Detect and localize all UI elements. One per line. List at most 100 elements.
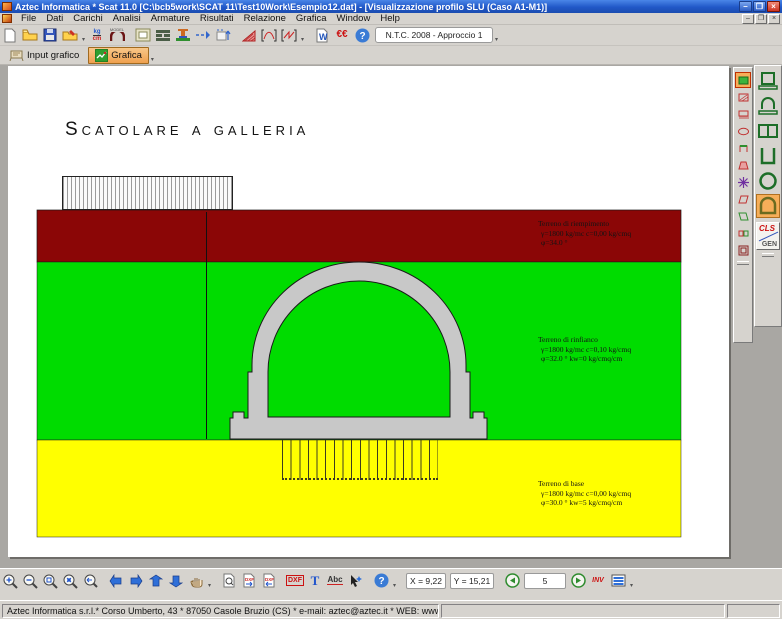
toolbar-grip[interactable]: ▾ (391, 573, 398, 589)
loads-button[interactable] (193, 26, 213, 45)
bottom-toolbar: ▾ DXF DXF DXF T Abc ? ▾ X = 9,22 Y = 1 (0, 568, 782, 600)
layers-button[interactable] (608, 571, 628, 590)
type-box-on-base-button[interactable] (756, 69, 780, 93)
invert-colors-button[interactable]: INV (588, 571, 608, 590)
maximize-button[interactable]: ❐ (753, 1, 766, 12)
font-button[interactable]: Abc (325, 571, 345, 590)
shape-trapezoid-button[interactable] (735, 157, 751, 173)
select-tool-button[interactable] (345, 571, 365, 590)
toolbar-grip[interactable]: ▾ (628, 573, 635, 589)
geometry-button[interactable] (133, 26, 153, 45)
pan-up-button[interactable] (146, 571, 166, 590)
menu-item-armature[interactable]: Armature (146, 13, 195, 24)
double-small-icon (737, 227, 750, 240)
circle-icon (757, 170, 779, 192)
gen-label: GEN (762, 241, 777, 248)
shear-diagram-button[interactable] (279, 26, 299, 45)
moment-diagram-button[interactable] (259, 26, 279, 45)
child-minimize-button[interactable]: – (742, 14, 754, 24)
menu-item-help[interactable]: Help (375, 13, 405, 24)
cls-gen-button[interactable]: CLS GEN (756, 222, 780, 250)
pan-right-button[interactable] (126, 571, 146, 590)
dimensions-button[interactable] (213, 26, 233, 45)
ntc-norm-selector[interactable]: N.T.C. 2008 - Approccio 1 (375, 27, 493, 43)
menu-item-dati[interactable]: Dati (41, 13, 68, 24)
zoom-out-button[interactable] (20, 571, 40, 590)
edit-data-button[interactable] (60, 26, 80, 45)
shape-star-button[interactable] (735, 174, 751, 190)
type-circular-button[interactable] (756, 169, 780, 193)
page-number-box[interactable]: 5 (524, 573, 566, 589)
surcharge-button[interactable] (239, 26, 259, 45)
previous-view-button[interactable] (502, 571, 522, 590)
toolbar-grip[interactable]: ▾ (206, 573, 213, 589)
pan-hand-button[interactable] (186, 571, 206, 590)
units-button[interactable]: kgcm (87, 26, 107, 45)
new-file-button[interactable] (0, 26, 20, 45)
menu-item-carichi[interactable]: Carichi (68, 13, 108, 24)
materials-button[interactable] (153, 26, 173, 45)
tab-input-grafico-label: Input grafico (27, 50, 79, 61)
toolbar-handle[interactable] (737, 261, 749, 265)
save-button[interactable] (40, 26, 60, 45)
shape-skew-green-button[interactable] (735, 208, 751, 224)
drawing-canvas[interactable]: Scatolare a galleria Terreno di riempime… (0, 65, 782, 568)
menu-item-file[interactable]: File (16, 13, 41, 24)
tab-input-grafico[interactable]: Input grafico (2, 47, 86, 64)
shape-rect-closed-button[interactable] (735, 72, 751, 88)
next-view-button[interactable] (568, 571, 588, 590)
model-button[interactable]: MODEL (107, 26, 127, 45)
type-gallery-arch-button[interactable] (756, 194, 780, 218)
zoom-in-button[interactable] (0, 571, 20, 590)
menu-item-risultati[interactable]: Risultati (195, 13, 239, 24)
shape-skew-red-button[interactable] (735, 191, 751, 207)
toolbar-grip[interactable]: ▾ (80, 27, 87, 43)
shape-rect-ribbed-button[interactable] (735, 106, 751, 122)
minimize-button[interactable]: – (739, 1, 752, 12)
dxf-export-button[interactable]: DXF (259, 571, 279, 590)
type-arch-on-base-button[interactable] (756, 94, 780, 118)
zoom-window-button[interactable] (40, 571, 60, 590)
dxf-import-button[interactable]: DXF (239, 571, 259, 590)
pan-down-button[interactable] (166, 571, 186, 590)
shape-double-small-button[interactable] (735, 225, 751, 241)
open-file-button[interactable] (20, 26, 40, 45)
cursor-icon (348, 574, 362, 588)
menu-item-grafica[interactable]: Grafica (291, 13, 332, 24)
shape-box-frame-button[interactable] (735, 242, 751, 258)
dimensions-icon (215, 28, 231, 42)
foundation-button[interactable] (173, 26, 193, 45)
bricks-icon (155, 29, 171, 42)
child-close-button[interactable]: × (768, 14, 780, 24)
child-restore-button[interactable]: ❐ (755, 14, 767, 24)
shape-oval-pipe-button[interactable] (735, 123, 751, 139)
shape-open-bottom-button[interactable] (735, 140, 751, 156)
toolbar-handle[interactable] (762, 253, 774, 257)
shape-rect-hatched-button[interactable] (735, 89, 751, 105)
help-button-bottom[interactable]: ? (371, 571, 391, 590)
arrow-left-icon (109, 574, 123, 588)
tab-grafica[interactable]: Grafica (88, 47, 149, 64)
box-frame-icon (737, 244, 750, 257)
toolbar-grip[interactable]: ▾ (299, 27, 306, 43)
menu-item-window[interactable]: Window (332, 13, 376, 24)
report-word-button[interactable]: W (312, 26, 332, 45)
pan-left-button[interactable] (106, 571, 126, 590)
close-button[interactable]: × (767, 1, 780, 12)
toolbar-grip[interactable]: ▾ (149, 47, 156, 63)
help-button[interactable]: ? (352, 26, 372, 45)
text-tool-button[interactable]: T (305, 571, 325, 590)
menu-item-relazione[interactable]: Relazione (239, 13, 291, 24)
cls-label: CLS (759, 224, 775, 233)
dxf-options-button[interactable]: DXF (285, 571, 305, 590)
print-preview-button[interactable] (219, 571, 239, 590)
zoom-previous-button[interactable] (80, 571, 100, 590)
computo-button[interactable]: €€ (332, 26, 352, 45)
menu-item-analisi[interactable]: Analisi (108, 13, 146, 24)
type-u-channel-button[interactable] (756, 144, 780, 168)
toolbar-grip[interactable]: ▾ (493, 27, 500, 43)
type-double-cell-button[interactable] (756, 119, 780, 143)
moment-diagram-icon (261, 29, 277, 42)
trapezoid-icon (737, 159, 750, 172)
zoom-extents-button[interactable] (60, 571, 80, 590)
